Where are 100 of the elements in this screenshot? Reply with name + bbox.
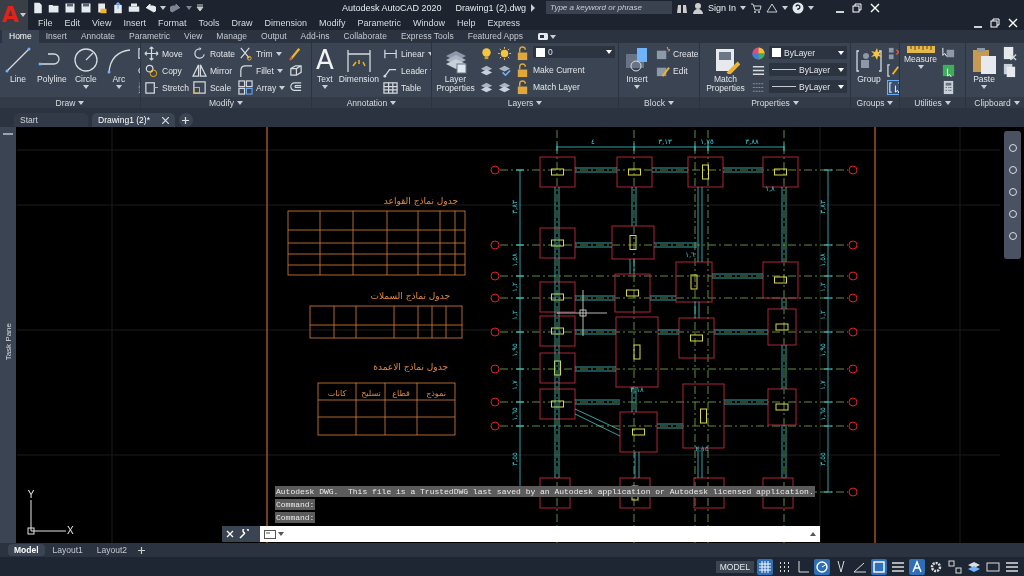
ribbon-button[interactable]: Polyline bbox=[36, 46, 68, 84]
ribbon-tab[interactable]: Insert bbox=[38, 30, 74, 43]
ribbon-button[interactable]: Match Layer bbox=[533, 79, 615, 94]
ribbon-button[interactable]: Scale bbox=[191, 80, 235, 95]
ribbon-button[interactable]: Linear bbox=[382, 46, 431, 61]
navigation-button[interactable] bbox=[1007, 165, 1018, 175]
dropdown[interactable]: ByLayer bbox=[769, 63, 847, 76]
color-swatch bbox=[772, 48, 781, 57]
menu-item[interactable]: Insert bbox=[117, 17, 152, 28]
status-toggle[interactable] bbox=[871, 558, 887, 575]
ribbon-tab[interactable]: View bbox=[177, 30, 210, 43]
panel-title[interactable]: Layers bbox=[432, 97, 618, 108]
menu-item[interactable]: Window bbox=[407, 17, 452, 28]
ribbon-button[interactable]: Mirror bbox=[191, 63, 235, 78]
ribbon-tab[interactable]: Annotate bbox=[73, 30, 122, 43]
dropdown[interactable]: ByLayer bbox=[769, 80, 847, 93]
ribbon-button[interactable]: Paste bbox=[969, 46, 999, 89]
table-icon bbox=[382, 80, 398, 95]
status-toggle[interactable] bbox=[757, 558, 773, 575]
ribbon-tab[interactable]: Express Tools bbox=[393, 30, 461, 43]
menu-item[interactable]: Dimension bbox=[258, 17, 313, 28]
ribbon-button[interactable]: Trim bbox=[238, 46, 286, 61]
layout-tab[interactable]: Model bbox=[8, 544, 45, 556]
mirror-icon bbox=[191, 63, 207, 78]
fillet-icon bbox=[238, 63, 253, 78]
dropdown[interactable]: 0 bbox=[533, 46, 615, 58]
status-toggle[interactable] bbox=[795, 558, 811, 575]
ribbon-button[interactable]: Line bbox=[3, 46, 33, 84]
status-toggle[interactable] bbox=[909, 558, 925, 575]
text-tool-icon: A bbox=[316, 46, 334, 74]
panel-title[interactable]: Groups bbox=[851, 97, 899, 108]
panel-title[interactable]: Modify bbox=[141, 97, 311, 108]
menu-item[interactable]: Help bbox=[451, 17, 482, 28]
ribbon-button[interactable]: Arc bbox=[103, 46, 134, 89]
ribbon-button[interactable]: Layer Properties bbox=[435, 46, 476, 93]
layout-tab[interactable]: Layout1 bbox=[46, 544, 89, 556]
line-sample bbox=[772, 69, 796, 70]
model-space-button[interactable]: MODEL bbox=[715, 560, 754, 573]
ribbon-button[interactable]: Move bbox=[144, 46, 189, 61]
command-line-handle[interactable] bbox=[222, 526, 260, 542]
ribbon-tab[interactable]: Home bbox=[2, 30, 39, 43]
ribbon-button[interactable]: Rotate bbox=[191, 46, 235, 61]
ribbon-button[interactable]: Make Current bbox=[533, 62, 615, 77]
ribbon-button[interactable]: Insert bbox=[622, 46, 652, 89]
ribbon-tab[interactable]: Add-ins bbox=[293, 30, 337, 43]
ribbon-button[interactable]: A Text bbox=[315, 46, 335, 89]
ribbon-tab[interactable]: Collaborate bbox=[336, 30, 394, 43]
document-tab[interactable]: Start bbox=[14, 113, 88, 127]
ribbon-button[interactable]: Circle bbox=[70, 46, 101, 89]
ribbon-button[interactable]: Group bbox=[854, 46, 884, 84]
ribbon-tab[interactable]: Output bbox=[254, 30, 294, 43]
menu-item[interactable]: Express bbox=[481, 17, 527, 28]
ribbon-tab[interactable]: Manage bbox=[209, 30, 255, 43]
dropdown[interactable]: ByLayer bbox=[769, 46, 847, 59]
ribbon-button[interactable]: Measure bbox=[903, 46, 939, 69]
status-toggle[interactable] bbox=[814, 558, 830, 575]
panel-title[interactable]: Utilities bbox=[900, 97, 965, 108]
ribbon-button[interactable]: Match Properties bbox=[703, 46, 748, 93]
task-pane-label[interactable]: Task Pane bbox=[3, 323, 13, 361]
ribbon-button[interactable]: Leader bbox=[382, 63, 431, 78]
ribbon-button[interactable]: Stretch bbox=[144, 80, 189, 95]
new-tab-button[interactable] bbox=[178, 113, 193, 127]
ribbon-button[interactable]: Table bbox=[382, 80, 431, 95]
document-tab[interactable]: Drawing1 (2)* bbox=[92, 113, 175, 127]
ribbon-tab[interactable]: Parametric bbox=[122, 30, 178, 43]
ribbon-button[interactable]: Dimension bbox=[337, 46, 380, 84]
button-label: Circle bbox=[74, 75, 97, 84]
ribbon-button[interactable]: Fillet bbox=[238, 63, 286, 78]
command-input-field[interactable] bbox=[260, 526, 820, 542]
panel-title[interactable]: Clipboard bbox=[966, 97, 1024, 108]
status-toggle[interactable] bbox=[947, 558, 963, 575]
menu-item[interactable]: Parametric bbox=[351, 17, 407, 28]
navigation-button[interactable] bbox=[1007, 143, 1018, 153]
navigation-button[interactable] bbox=[1007, 231, 1018, 241]
ribbon-button[interactable]: Copy bbox=[144, 63, 189, 78]
ribbon-button[interactable]: Edit bbox=[655, 63, 699, 78]
redo-icon bbox=[170, 1, 182, 14]
navigation-button[interactable] bbox=[1007, 187, 1018, 197]
line-icon bbox=[4, 46, 32, 74]
panel-title[interactable]: Properties bbox=[700, 97, 850, 108]
stretch-icon bbox=[144, 80, 159, 95]
navigation-button[interactable] bbox=[1007, 209, 1018, 219]
panel-title[interactable]: Annotation bbox=[312, 97, 431, 108]
zoom-icon bbox=[1007, 165, 1018, 175]
menu-item[interactable]: Edit bbox=[58, 17, 87, 28]
panel-title[interactable]: Block bbox=[619, 97, 699, 108]
ribbon-button[interactable]: Array bbox=[238, 80, 286, 95]
menu-item[interactable]: Draw bbox=[225, 17, 259, 28]
layout-tab[interactable]: Layout2 bbox=[90, 544, 134, 556]
menu-item[interactable]: Tools bbox=[192, 17, 226, 28]
ribbon-tab[interactable]: Featured Apps bbox=[460, 30, 530, 43]
new-layout-button[interactable] bbox=[135, 544, 148, 556]
menu-item[interactable]: Format bbox=[151, 17, 193, 28]
menu-item[interactable]: View bbox=[86, 17, 118, 28]
search-field[interactable]: Type a keyword or phrase bbox=[546, 1, 673, 14]
menu-item[interactable]: File bbox=[32, 17, 59, 28]
menu-item[interactable]: Modify bbox=[313, 17, 352, 28]
sign-in-link[interactable]: Sign In bbox=[708, 2, 737, 13]
panel-title[interactable]: Draw bbox=[0, 97, 140, 108]
ribbon-button[interactable]: Create bbox=[655, 46, 699, 61]
